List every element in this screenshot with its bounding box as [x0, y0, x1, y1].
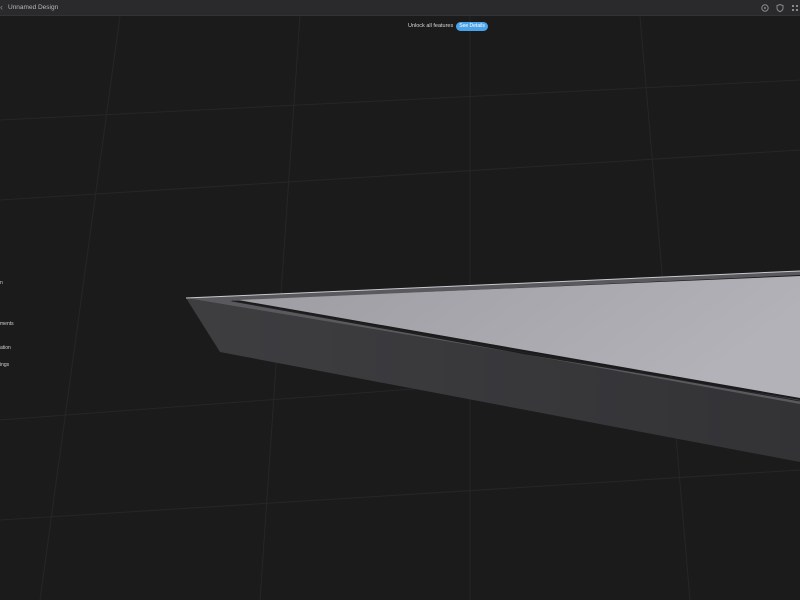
side-panel-item[interactable]: ings: [0, 362, 14, 369]
side-panel-item[interactable]: ation: [0, 345, 14, 352]
upgrade-banner: Unlock all features See Details: [408, 21, 488, 31]
grid-icon[interactable]: [790, 3, 800, 13]
side-panel-item[interactable]: n: [0, 280, 14, 287]
back-chevron-icon[interactable]: ‹: [0, 3, 4, 12]
document-title[interactable]: Unnamed Design: [8, 3, 58, 13]
app-window: ‹ Unnamed Design Unlock all features See…: [0, 0, 800, 600]
title-bar: ‹ Unnamed Design: [0, 0, 800, 16]
help-circle-icon[interactable]: [760, 3, 770, 13]
3d-viewport[interactable]: [0, 16, 800, 600]
scene-canvas[interactable]: [0, 16, 800, 600]
see-details-button[interactable]: See Details: [456, 21, 488, 31]
banner-text: Unlock all features: [408, 23, 454, 29]
side-panel-item[interactable]: ments: [0, 321, 14, 328]
shield-icon[interactable]: [775, 3, 785, 13]
